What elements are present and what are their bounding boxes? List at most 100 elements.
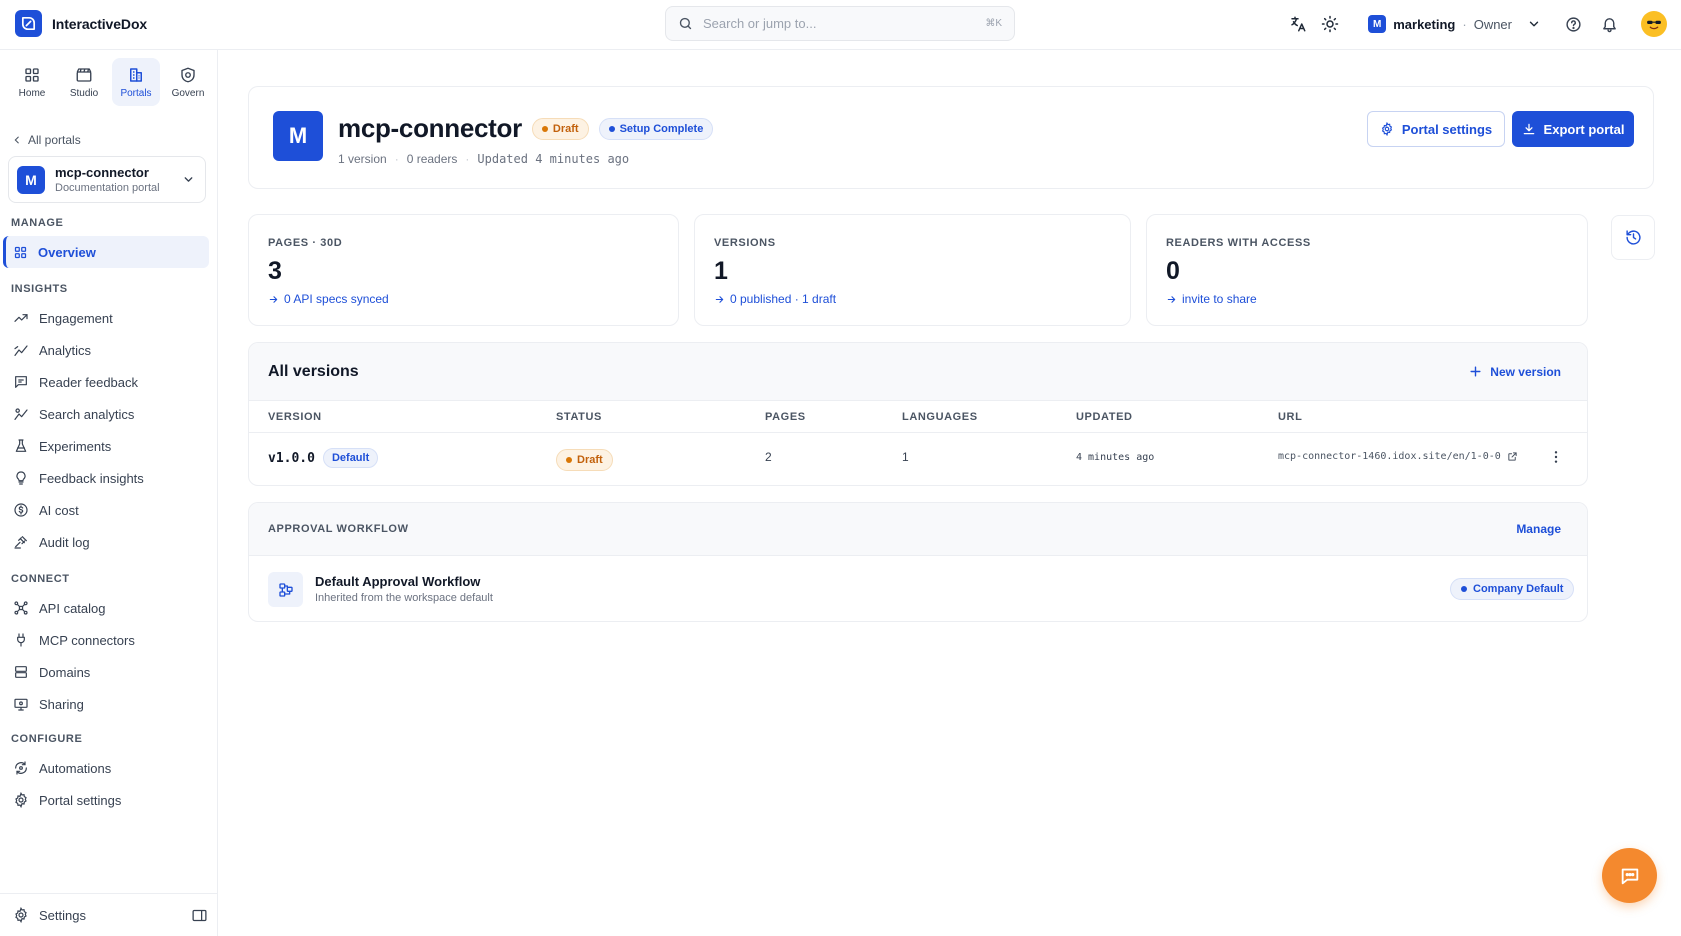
chat-button[interactable] <box>1602 848 1657 903</box>
history-button[interactable] <box>1611 215 1655 260</box>
all-portals-label: All portals <box>28 133 81 147</box>
sunglasses-face-icon <box>1643 13 1665 35</box>
mode-tab-portals[interactable]: Portals <box>112 58 160 106</box>
share-screen-icon <box>14 698 28 711</box>
top-bar: InteractiveDox Search or jump to... ⌘K M… <box>0 0 1681 50</box>
translate-button[interactable] <box>1282 8 1314 40</box>
company-default-badge: Company Default <box>1450 578 1575 600</box>
column-header: PAGES <box>765 411 806 423</box>
stat-link[interactable]: 0 published · 1 draft <box>714 292 1111 306</box>
chevron-left-icon <box>14 136 19 144</box>
column-header: VERSION <box>268 411 322 423</box>
brand-logo-icon <box>15 10 42 37</box>
sidebar-item-label: AI cost <box>39 502 79 518</box>
status-badge-setup: Setup Complete <box>598 117 714 140</box>
automation-icon <box>15 761 27 775</box>
sidebar-item-overview[interactable]: Overview <box>3 236 209 268</box>
arrow-right-icon <box>715 295 724 303</box>
gavel-icon <box>14 536 27 549</box>
workflow-subtitle: Inherited from the workspace default <box>315 592 493 604</box>
sidebar-item-api-catalog[interactable]: API catalog <box>3 592 209 624</box>
mode-tab-studio[interactable]: Studio <box>60 58 108 106</box>
workflow-icon <box>268 572 303 607</box>
workspace-switcher[interactable]: M marketing · Owner <box>1368 15 1541 33</box>
search-analytics-icon <box>14 408 28 420</box>
sidebar-toggle-icon[interactable] <box>191 907 208 924</box>
history-icon <box>1625 230 1641 245</box>
portal-settings-button[interactable]: Portal settings <box>1367 111 1505 147</box>
sidebar-item-portal-settings[interactable]: Portal settings <box>3 784 209 816</box>
sidebar-item-domains[interactable]: Domains <box>3 656 209 688</box>
portal-switcher[interactable]: M mcp-connector Documentation portal <box>8 156 206 203</box>
all-portals-link[interactable]: All portals <box>12 133 81 147</box>
languages-cell: 1 <box>902 450 909 464</box>
export-portal-button[interactable]: Export portal <box>1512 111 1634 147</box>
sidebar-item-experiments[interactable]: Experiments <box>3 430 209 462</box>
sidebar-item-engagement[interactable]: Engagement <box>3 302 209 334</box>
grid-icon <box>25 67 39 82</box>
sidebar-item-reader-feedback[interactable]: Reader feedback <box>3 366 209 398</box>
approval-workflow-card: APPROVAL WORKFLOW Manage Default Approva… <box>248 502 1588 622</box>
sidebar-item-sharing[interactable]: Sharing <box>3 688 209 720</box>
help-icon <box>1565 16 1581 32</box>
nav-section-insights: INSIGHTS <box>11 283 68 295</box>
sidebar-item-mcp-connectors[interactable]: MCP connectors <box>3 624 209 656</box>
column-header: UPDATED <box>1076 411 1133 423</box>
nav-section-configure: CONFIGURE <box>11 733 83 745</box>
brand[interactable]: InteractiveDox <box>15 10 147 37</box>
sidebar-item-automations[interactable]: Automations <box>3 752 209 784</box>
approval-title: APPROVAL WORKFLOW <box>268 523 409 535</box>
versions-card: All versions New version VERSION STATUS … <box>248 342 1588 486</box>
sidebar-item-ai-cost[interactable]: AI cost <box>3 494 209 526</box>
stat-link[interactable]: invite to share <box>1166 292 1568 306</box>
sidebar-item-analytics[interactable]: Analytics <box>3 334 209 366</box>
sidebar-item-label: Search analytics <box>39 406 135 422</box>
manage-button[interactable]: Manage <box>1516 522 1561 536</box>
sidebar-item-label: Reader feedback <box>39 374 139 390</box>
meta-updated: Updated 4 minutes ago <box>477 152 630 166</box>
sidebar: Home Studio Portals Govern All portals M… <box>0 50 218 936</box>
sidebar-item-label: Domains <box>39 664 91 680</box>
download-icon <box>1523 123 1534 135</box>
stat-value: 3 <box>268 257 282 285</box>
stat-label: READERS WITH ACCESS <box>1166 237 1311 249</box>
workflow-row[interactable]: Default Approval Workflow Inherited from… <box>249 556 1587 621</box>
sidebar-item-audit-log[interactable]: Audit log <box>3 526 209 558</box>
stat-label: PAGES · 30D <box>268 237 343 249</box>
sidebar-item-feedback-insights[interactable]: Feedback insights <box>3 462 209 494</box>
meta-versions: 1 version <box>338 152 387 166</box>
theme-toggle-button[interactable] <box>1314 8 1346 40</box>
sidebar-item-search-analytics[interactable]: Search analytics <box>3 398 209 430</box>
table-row[interactable]: v1.0.0 Default Draft 2 1 4 minutes ago m… <box>249 433 1587 485</box>
notifications-button[interactable] <box>1593 8 1625 40</box>
version-name: v1.0.0 <box>268 450 315 466</box>
gear-icon <box>15 907 27 923</box>
stat-link[interactable]: 0 API specs synced <box>268 292 659 306</box>
workspace-badge: M <box>1368 15 1387 33</box>
workflow-name: Default Approval Workflow <box>315 574 481 589</box>
portal-header-card: M mcp-connector Draft Setup Complete 1 v… <box>248 86 1654 189</box>
url-link[interactable]: mcp-connector-1460.idox.site/en/1-0-0 <box>1278 451 1518 462</box>
mode-tab-govern[interactable]: Govern <box>164 58 212 106</box>
settings-link[interactable]: Settings <box>39 908 86 923</box>
stat-card-versions: VERSIONS 1 0 published · 1 draft <box>694 214 1131 326</box>
mode-tab-home[interactable]: Home <box>8 58 56 106</box>
column-header: STATUS <box>556 411 602 423</box>
updated-cell: 4 minutes ago <box>1076 452 1155 463</box>
lightbulb-icon <box>16 471 26 485</box>
new-version-button[interactable]: New version <box>1469 365 1561 379</box>
stat-card-pages: PAGES · 30D 3 0 API specs synced <box>248 214 679 326</box>
workspace-name: marketing <box>1393 16 1456 32</box>
user-avatar[interactable] <box>1641 11 1667 37</box>
mode-tabs: Home Studio Portals Govern <box>8 58 212 106</box>
stat-value: 0 <box>1166 257 1180 285</box>
sidebar-item-label: Sharing <box>39 696 84 712</box>
translate-icon <box>1291 16 1306 32</box>
network-icon <box>14 601 28 615</box>
row-menu-button[interactable] <box>1548 449 1564 465</box>
stat-label: VERSIONS <box>714 237 776 249</box>
sidebar-item-label: Analytics <box>39 342 92 358</box>
arrow-right-icon <box>269 295 278 303</box>
help-button[interactable] <box>1557 8 1589 40</box>
search-input[interactable]: Search or jump to... ⌘K <box>665 6 1015 41</box>
